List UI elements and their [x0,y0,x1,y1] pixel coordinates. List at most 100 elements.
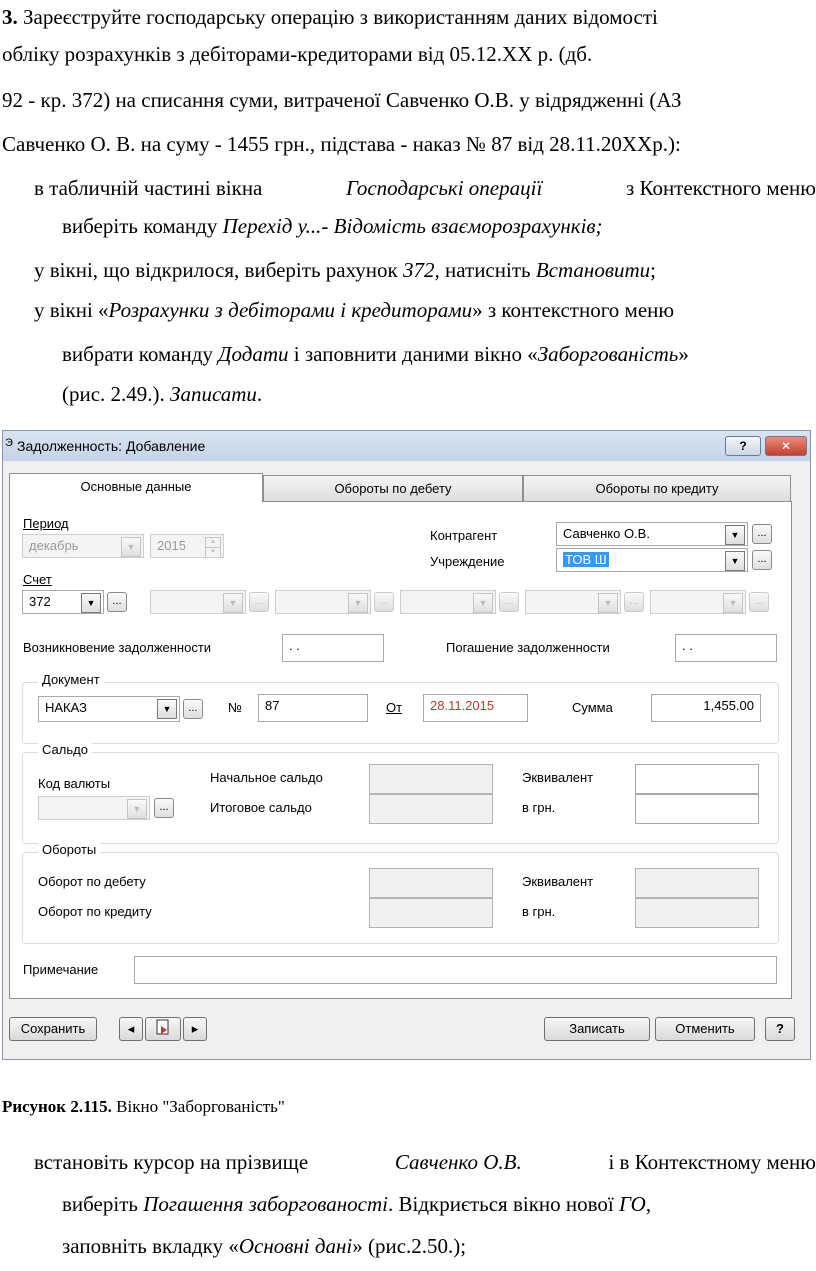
bullet-3-line-2: вибрати команду Додати і заповнити даним… [62,340,816,368]
debit-turnover-field [369,868,493,898]
chevron-down-icon: ▼ [223,593,243,613]
subaccount-4-ellipsis-button[interactable]: ... [624,592,644,612]
document-nav-button[interactable] [145,1017,181,1041]
account-label: Счет [23,572,52,587]
debt-repay-date-input[interactable]: . . [675,634,777,662]
saldo-group-title: Сальдо [38,742,92,757]
text-italic: Заборгованість [537,342,679,366]
chevron-down-icon: ▼ [127,799,147,819]
bullet-4-line-2: виберіть Погашення заборгованості. Відкр… [62,1190,651,1218]
subaccount-5-select[interactable]: ▼ [650,590,746,614]
subaccount-5-ellipsis-button[interactable]: ... [749,592,769,612]
document-number-input[interactable]: 87 [258,694,368,722]
subaccount-1-ellipsis-button[interactable]: ... [249,592,269,612]
equivalent-opening-input[interactable] [635,764,759,794]
period-year-spinner[interactable]: 2015 ▲ ▼ [150,534,224,558]
subaccount-2-ellipsis-button[interactable]: ... [374,592,394,612]
text-italic: Розрахунки з дебіторами і кредиторами [108,298,473,322]
date-from-label: От [386,700,403,715]
equivalent-closing-input[interactable] [635,794,759,824]
period-month-select[interactable]: декабрь ▼ [22,534,144,558]
chevron-down-icon: ▼ [121,537,141,557]
bullet-1-line-1: в табличній частині вікна Господарські о… [34,174,816,202]
counterparty-select[interactable]: Савченко О.В. ▼ [556,522,748,546]
sum-input[interactable]: 1,455.00 [651,694,761,722]
text: . [256,382,263,406]
tab-debit-turnover[interactable]: Обороты по дебету [263,475,523,502]
subaccount-4-select[interactable]: ▼ [525,590,621,614]
equivalent-label: Эквивалент [522,770,594,785]
figure-caption: Рисунок 2.115. Вікно "Заборгованість" [2,1093,285,1121]
text: . Відкриється вікно нової [388,1192,614,1216]
text: з Контекстного меню [625,176,816,200]
chevron-down-icon: ▼ [725,525,745,545]
note-input[interactable] [134,956,777,984]
institution-ellipsis-button[interactable]: ... [752,550,772,570]
text-italic: Перехід у...- Відомість взаєморозрахункі… [222,214,603,238]
bullet-4-line-3: заповніть вкладку «Основні дані» (рис.2.… [62,1232,466,1260]
text: встановіть курсор на прізвище [34,1150,309,1174]
tab-main-data[interactable]: Основные данные [9,473,263,502]
currency-code-select[interactable]: ▼ [38,796,150,820]
text: у вікні «Розрахунки з дебіторами і креди… [34,296,674,324]
help-title-button[interactable]: ? [725,436,761,456]
currency-ellipsis-button[interactable]: ... [154,798,174,818]
document-date-input[interactable]: 28.11.2015 [423,694,528,722]
bullet-4-line-1: встановіть курсор на прізвище Савченко О… [34,1148,816,1176]
text-italic: 372, [403,258,440,282]
text: вибрати команду Додати і заповнити даним… [62,340,689,368]
record-button[interactable]: Записать [544,1017,650,1041]
subaccount-1-select[interactable]: ▼ [150,590,246,614]
subaccount-3-ellipsis-button[interactable]: ... [499,592,519,612]
account-value: 372 [29,594,51,609]
subaccount-2-select[interactable]: ▼ [275,590,371,614]
chevron-down-icon: ▼ [725,551,745,571]
window-icon: Э [5,437,13,449]
institution-select[interactable]: ТОВ Ш ▼ [556,548,748,572]
document-type-select[interactable]: НАКАЗ ▼ [38,696,180,722]
spin-down-icon: ▼ [205,547,221,557]
counterparty-ellipsis-button[interactable]: ... [752,524,772,544]
equivalent-credit-field [635,898,759,928]
subaccount-3-select[interactable]: ▼ [400,590,496,614]
main-data-panel: Период декабрь ▼ 2015 ▲ ▼ Контрагент Савчен… [9,501,792,999]
window-title: Задолженность: Добавление [17,438,206,454]
opening-balance-field [369,764,493,794]
debt-origin-date-input[interactable]: . . [282,634,384,662]
account-select[interactable]: 372 ▼ [22,590,104,614]
tab-credit-turnover[interactable]: Обороты по кредиту [523,475,791,502]
text: і в Контекстному меню [608,1150,816,1174]
document-type-ellipsis-button[interactable]: ... [183,699,203,719]
bullet-3-line-3: (рис. 2.49.). Записати. [62,380,262,408]
counterparty-value: Савченко О.В. [563,526,650,541]
bullet-2: у вікні, що відкрилося, виберіть рахунок… [34,256,656,284]
save-button[interactable]: Сохранить [9,1017,97,1041]
text: і заповнити даними вікно « [293,342,538,366]
debit-turnover-label: Оборот по дебету [38,874,146,889]
text: вибрати команду [62,342,213,366]
chevron-down-icon: ▼ [723,593,743,613]
intro-line-4: Савченко О. В. на суму - 1455 грн., підс… [2,132,681,156]
account-ellipsis-button[interactable]: ... [107,592,127,612]
text: у вікні, що відкрилося, виберіть рахунок [34,258,398,282]
currency-code-label: Код валюты [38,776,111,791]
help-button[interactable]: ? [765,1017,795,1041]
chevron-down-icon: ▼ [81,593,101,613]
document-group-title: Документ [38,672,104,687]
uah-label-2: в грн. [522,904,556,919]
close-button[interactable]: ✕ [765,436,807,456]
nav-prev-button[interactable]: ◂ [119,1017,143,1041]
text: » [678,342,689,366]
intro-line-1: 3. Зареєструйте господарську операцію з … [2,3,658,31]
closing-balance-field [369,794,493,824]
text-italic: Савченко О.В. [394,1150,522,1174]
bullet-1-line-2: виберіть команду Перехід у...- Відомість… [62,212,603,240]
cancel-button[interactable]: Отменить [655,1017,755,1041]
document-icon [156,1019,169,1035]
nav-next-button[interactable]: ▸ [183,1017,207,1041]
chevron-down-icon: ▼ [473,593,493,613]
chevron-down-icon: ▼ [348,593,368,613]
text: виберіть команду [62,214,218,238]
text: (рис. 2.49.). [62,382,165,406]
text: в табличній частині вікна [34,176,263,200]
